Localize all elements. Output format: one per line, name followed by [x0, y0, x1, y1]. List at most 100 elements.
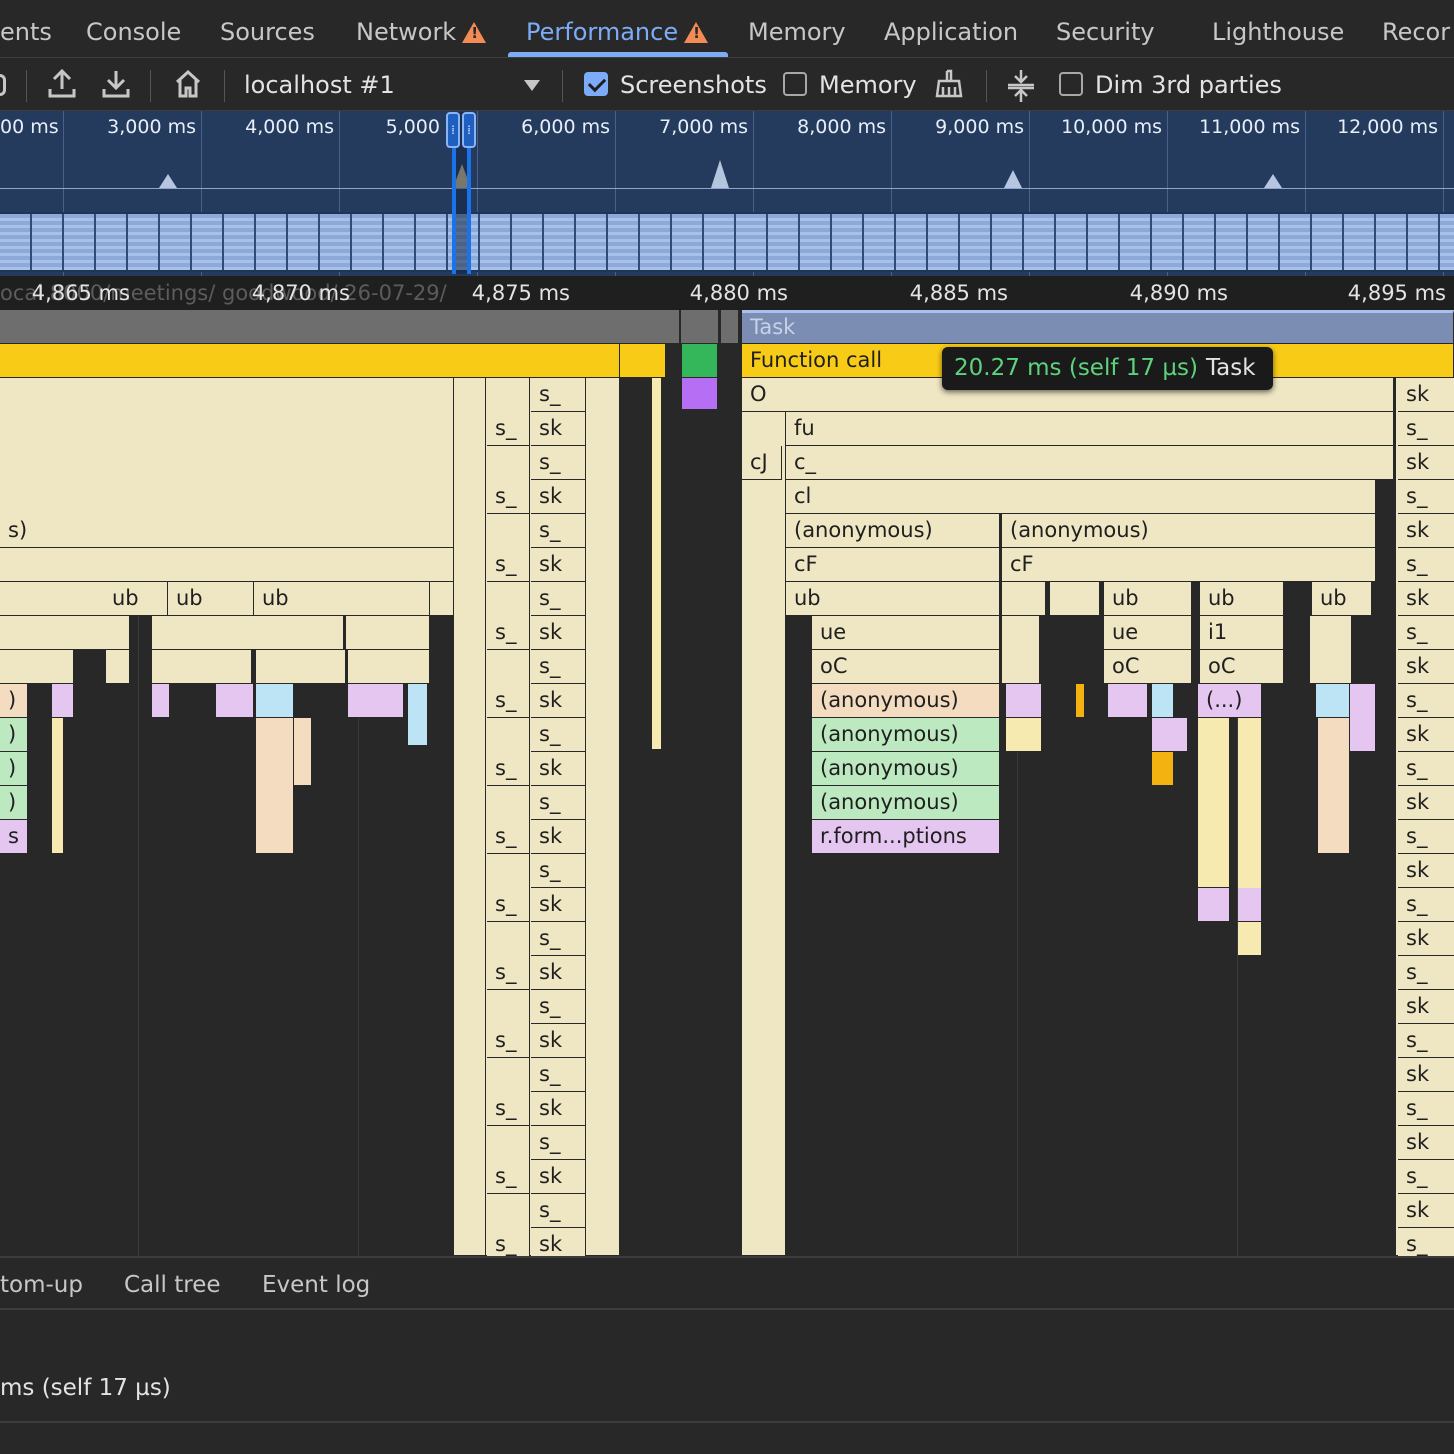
recursion-frame-label[interactable]: s_	[487, 1160, 529, 1194]
view-live-metrics-button[interactable]	[170, 64, 206, 106]
frame-bar[interactable]	[1002, 582, 1046, 616]
frame-bar[interactable]	[152, 650, 252, 684]
frame-bar[interactable]	[1152, 718, 1188, 752]
clear-icon[interactable]	[0, 74, 6, 96]
frame-bar[interactable]: cF	[786, 548, 1000, 582]
recursion-frame-label[interactable]: s_	[1398, 956, 1454, 990]
recursion-frame-label[interactable]: s_	[531, 446, 585, 480]
frame-bar[interactable]: )	[0, 718, 28, 752]
recursion-frame-label[interactable]: s_	[1398, 1228, 1454, 1256]
frame-bar[interactable]	[1238, 922, 1262, 956]
recursion-frame-label[interactable]: s_	[487, 752, 529, 786]
frame-bar[interactable]	[1238, 888, 1262, 922]
recursion-frame-label[interactable]: sk	[1398, 378, 1454, 412]
frame-bar[interactable]: ue	[1104, 616, 1192, 650]
memory-label[interactable]: Memory	[819, 64, 917, 106]
recursion-frame-label[interactable]: s_	[1398, 1160, 1454, 1194]
recursion-frame-label[interactable]: s_	[1398, 820, 1454, 854]
tab-elements[interactable]: ents	[0, 0, 52, 58]
frame-bar[interactable]	[1316, 684, 1350, 718]
recursion-frame-label[interactable]: s_	[531, 854, 585, 888]
frame-bar[interactable]: s)	[0, 514, 454, 548]
frame-bar[interactable]	[0, 650, 74, 684]
recursion-frame-label[interactable]: s_	[531, 378, 585, 412]
frame-bar[interactable]	[1152, 752, 1174, 786]
load-profile-button[interactable]	[44, 64, 80, 106]
recursion-frame-label[interactable]: s_	[531, 990, 585, 1024]
task-bar[interactable]	[721, 310, 739, 344]
frame-bar[interactable]	[0, 616, 130, 650]
recursion-frame-label[interactable]: s_	[487, 1228, 529, 1256]
frame-bar[interactable]	[1108, 684, 1148, 718]
frame-bar[interactable]	[454, 378, 486, 1256]
recursion-frame-label[interactable]: s_	[487, 548, 529, 582]
frame-bar[interactable]	[1198, 718, 1230, 888]
frame-bar[interactable]: (anonymous)	[812, 684, 1000, 718]
frame-bar[interactable]: ub	[1104, 582, 1192, 616]
recursion-frame-label[interactable]: s_	[487, 1092, 529, 1126]
frame-bar[interactable]	[216, 684, 254, 718]
frame-bar[interactable]	[348, 650, 430, 684]
tab-performance[interactable]: Performance	[526, 0, 709, 58]
frame-bar[interactable]	[106, 650, 130, 684]
frame-bar[interactable]: cl	[786, 480, 1376, 514]
recursion-frame-label[interactable]: sk	[531, 820, 585, 854]
frame-bar[interactable]	[1318, 718, 1350, 854]
tab-recorder[interactable]: Recor	[1382, 0, 1450, 58]
frame-bar[interactable]	[152, 616, 344, 650]
recursion-frame-label[interactable]: sk	[531, 752, 585, 786]
recursion-frame-label[interactable]: s_	[487, 480, 529, 514]
recursion-frame-label[interactable]: s_	[531, 922, 585, 956]
recursion-frame-label[interactable]: sk	[1398, 786, 1454, 820]
right-resize-handle[interactable]: ⁞	[462, 112, 476, 148]
frame-bar[interactable]	[0, 378, 454, 582]
recursion-frame-label[interactable]: sk	[531, 412, 585, 446]
recursion-frame-label[interactable]: sk	[1398, 1058, 1454, 1092]
save-profile-button[interactable]	[98, 64, 134, 106]
frame-bar[interactable]	[408, 684, 428, 746]
frame-bar[interactable]: i1	[1200, 616, 1284, 650]
frame-bar[interactable]	[742, 412, 786, 1256]
screenshots-checkbox[interactable]	[584, 72, 608, 96]
frame-bar[interactable]: fu	[786, 412, 1394, 446]
tab-sources[interactable]: Sources	[220, 0, 315, 58]
frame-bar[interactable]: (anonymous)	[812, 786, 1000, 820]
frame-bar[interactable]: ub	[254, 582, 430, 616]
recursion-frame-label[interactable]: sk	[531, 684, 585, 718]
frame-bar[interactable]: )	[0, 684, 28, 718]
dim-3rd-parties-checkbox[interactable]	[1059, 72, 1083, 96]
frame-bar[interactable]: ub	[168, 582, 254, 616]
frame-bar[interactable]: ub	[1312, 582, 1372, 616]
recursion-frame-label[interactable]: s_	[1398, 752, 1454, 786]
recursion-frame-label[interactable]: sk	[531, 480, 585, 514]
recursion-frame-label[interactable]: sk	[1398, 1126, 1454, 1160]
tab-bottom-up[interactable]: tom-up	[0, 1256, 83, 1310]
tab-memory[interactable]: Memory	[748, 0, 846, 58]
frame-bar[interactable]	[256, 684, 294, 718]
frame-bar[interactable]: (anonymous)	[1002, 514, 1376, 548]
frame-bar[interactable]	[294, 718, 312, 786]
recursion-frame-label[interactable]: s_	[531, 1126, 585, 1160]
recursion-frame-label[interactable]: sk	[531, 1092, 585, 1126]
recursion-frame-label[interactable]: sk	[1398, 854, 1454, 888]
task-bar[interactable]	[681, 310, 719, 344]
screenshots-label[interactable]: Screenshots	[620, 64, 767, 106]
recursion-frame-label[interactable]: sk	[531, 956, 585, 990]
dim-3rd-parties-label[interactable]: Dim 3rd parties	[1095, 64, 1282, 106]
tab-event-log[interactable]: Event log	[262, 1256, 370, 1310]
function-call-bar[interactable]	[0, 344, 620, 378]
recursion-frame-label[interactable]: sk	[1398, 650, 1454, 684]
selected-task-bar[interactable]: Task	[742, 310, 1454, 344]
recursion-frame-label[interactable]: sk	[1398, 922, 1454, 956]
recursion-frame-label[interactable]: s_	[487, 1024, 529, 1058]
recursion-frame-label[interactable]: s_	[487, 956, 529, 990]
collapse-tracks-button[interactable]	[1002, 64, 1040, 106]
recursion-frame-label[interactable]: s_	[487, 616, 529, 650]
tab-application[interactable]: Application	[884, 0, 1018, 58]
frame-bar[interactable]: cJ	[742, 446, 782, 480]
recursion-frame-label[interactable]: sk	[531, 1160, 585, 1194]
frame-bar[interactable]: ub	[1200, 582, 1284, 616]
frame-bar[interactable]	[1006, 684, 1042, 718]
recursion-frame-label[interactable]: s_	[1398, 1024, 1454, 1058]
frame-bar[interactable]: (...)	[1198, 684, 1262, 718]
